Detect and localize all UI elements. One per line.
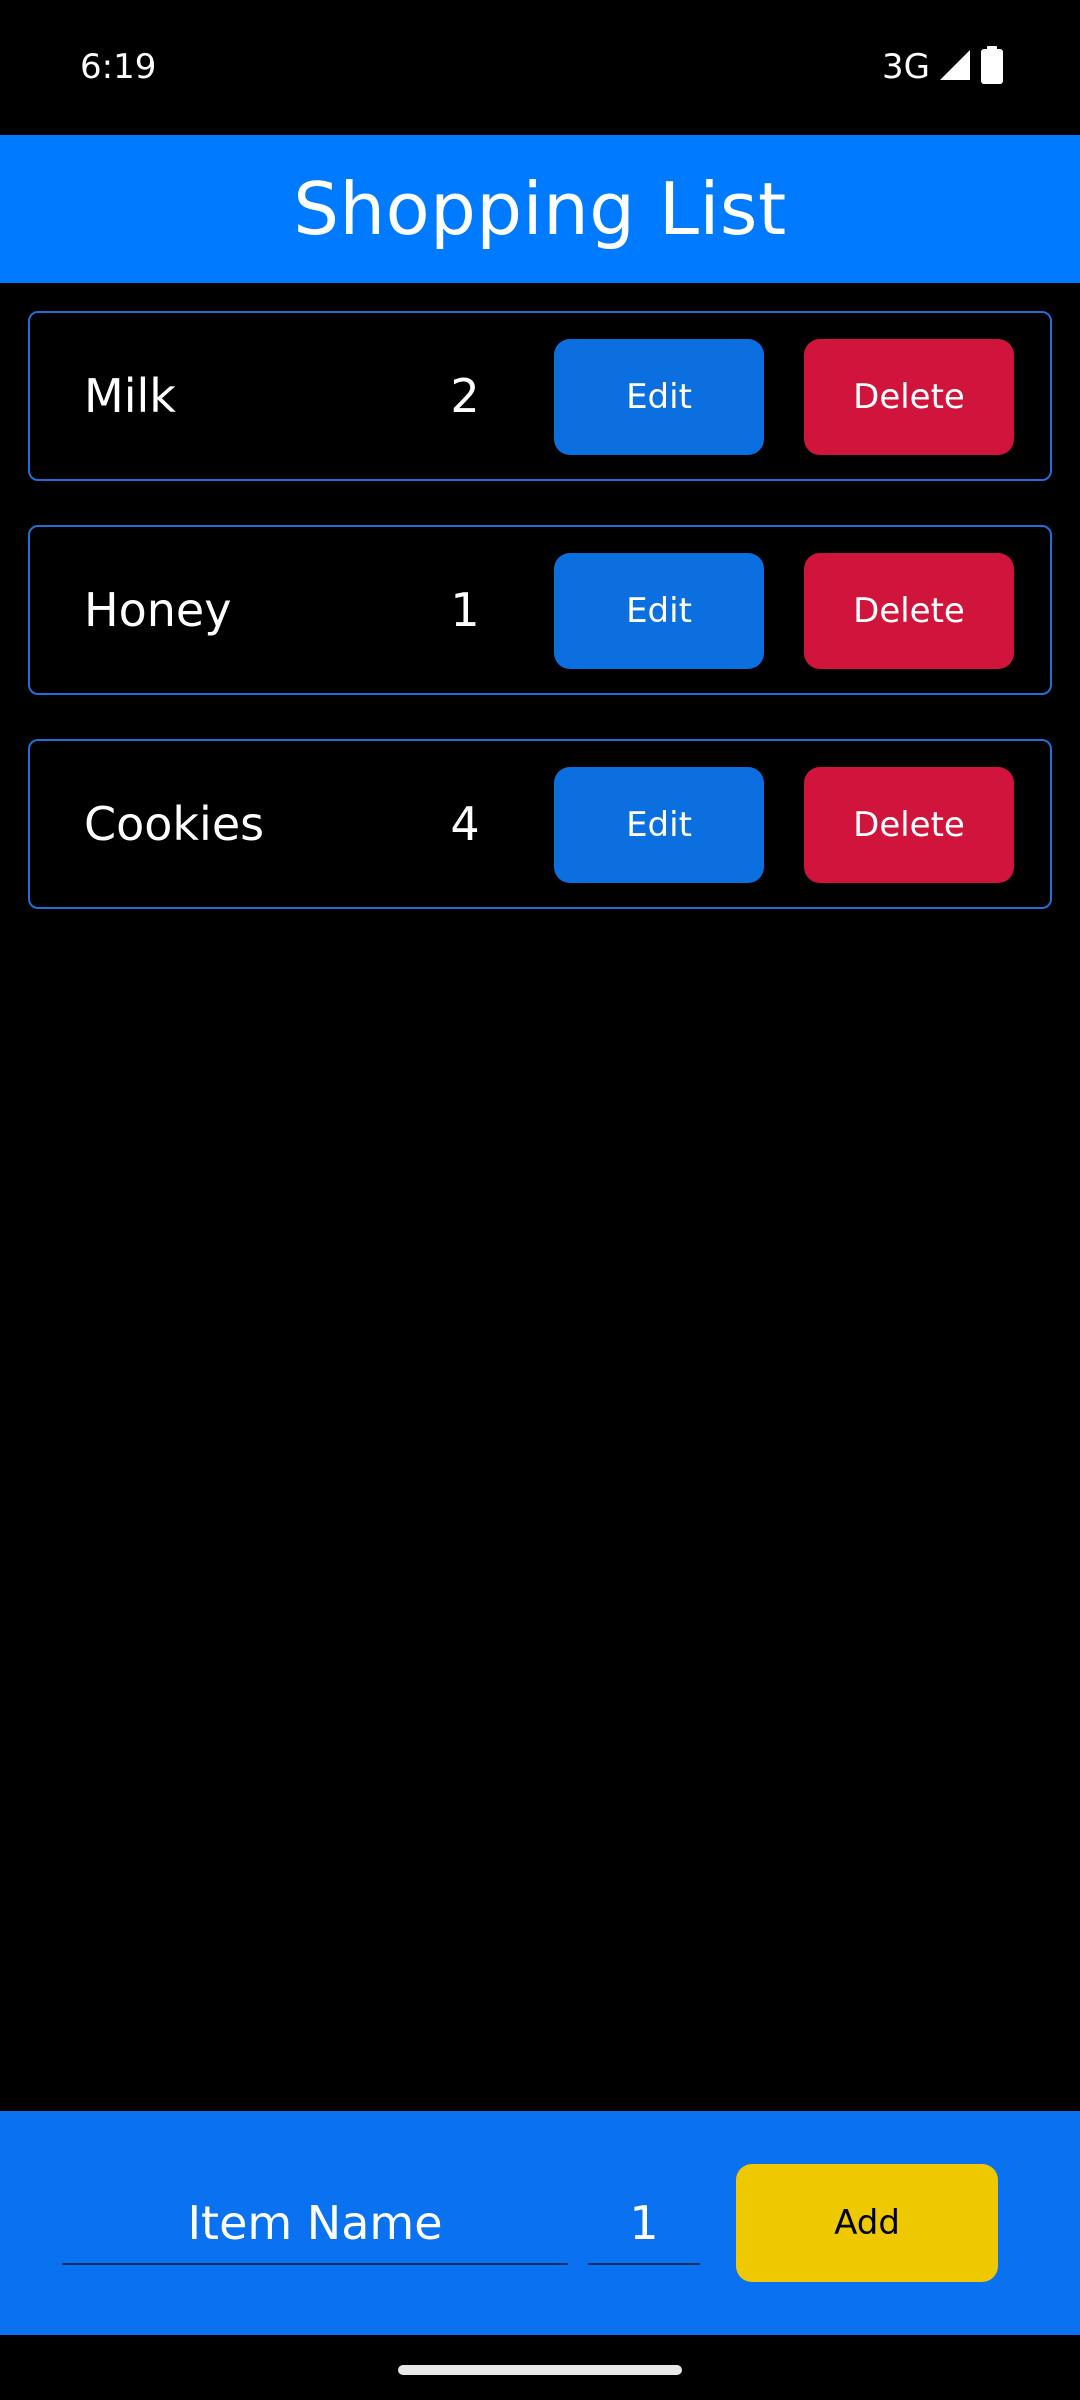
add-button[interactable]: Add	[736, 2164, 998, 2282]
home-handle[interactable]	[398, 2365, 682, 2375]
item-quantity: 1	[450, 583, 480, 637]
quantity-value: 1	[629, 2196, 659, 2250]
status-bar: 6:19 3G	[0, 0, 1080, 135]
battery-icon	[980, 46, 1004, 88]
app-bar: Shopping List	[0, 135, 1080, 283]
item-name-input[interactable]: Item Name	[62, 2183, 568, 2265]
list-item: Cookies 4 Edit Delete	[28, 739, 1052, 909]
status-indicators: 3G	[882, 44, 1004, 90]
item-name: Honey	[84, 583, 232, 637]
delete-button[interactable]: Delete	[804, 339, 1014, 455]
item-name-placeholder: Item Name	[187, 2196, 443, 2250]
edit-button[interactable]: Edit	[554, 339, 764, 455]
shopping-list: Milk 2 Edit Delete Honey 1 Edit Delete C…	[28, 311, 1052, 953]
edit-button[interactable]: Edit	[554, 553, 764, 669]
quantity-input[interactable]: 1	[588, 2183, 700, 2265]
delete-button[interactable]: Delete	[804, 553, 1014, 669]
page-title: Shopping List	[293, 167, 787, 251]
edit-button[interactable]: Edit	[554, 767, 764, 883]
list-item: Milk 2 Edit Delete	[28, 311, 1052, 481]
item-name: Milk	[84, 369, 176, 423]
delete-button[interactable]: Delete	[804, 767, 1014, 883]
list-item: Honey 1 Edit Delete	[28, 525, 1052, 695]
item-quantity: 2	[450, 369, 480, 423]
item-name: Cookies	[84, 797, 265, 851]
item-quantity: 4	[450, 797, 480, 851]
cellular-signal-icon	[938, 48, 972, 86]
network-type: 3G	[882, 47, 930, 87]
status-time: 6:19	[80, 47, 157, 87]
